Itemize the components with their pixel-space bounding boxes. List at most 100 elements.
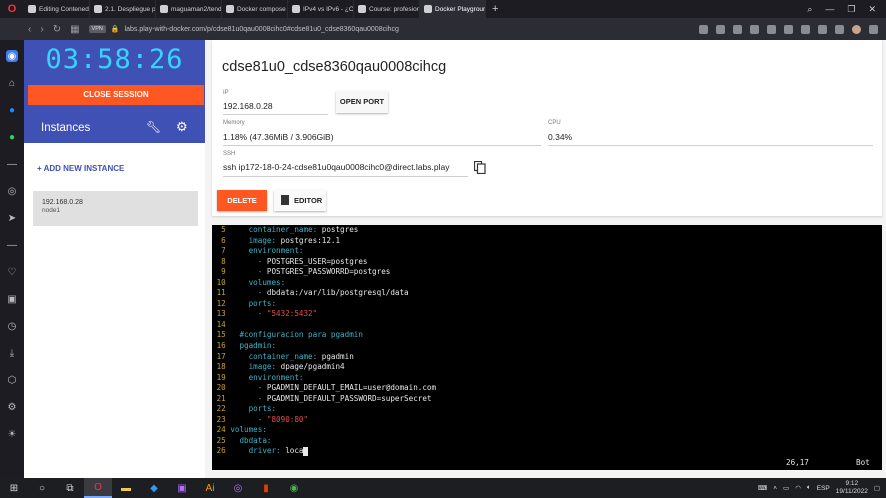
whatsapp-icon[interactable]: ●: [6, 131, 18, 143]
terminal-line: 24 volumes:: [212, 425, 882, 436]
browser-tab[interactable]: IPv4 vs IPv6 - ¿Cuál es✕: [288, 0, 354, 18]
extensions-cube-icon[interactable]: ⬡: [6, 374, 18, 386]
vpn-badge[interactable]: VPN: [88, 25, 106, 33]
chevron-up-icon[interactable]: ˄: [773, 485, 777, 492]
extension-icon[interactable]: [835, 24, 844, 34]
start-icon[interactable]: ⊞: [0, 478, 28, 498]
yaml-value: PGADMIN_DEFAULT_EMAIL=user@domain.com: [266, 383, 437, 393]
speed-dial-icon[interactable]: ◉: [6, 50, 18, 62]
back-icon[interactable]: ‹: [28, 24, 31, 35]
chrome-icon[interactable]: ◉: [280, 478, 308, 498]
search-tabs-icon[interactable]: ⌕: [807, 4, 812, 15]
terminal[interactable]: 5 container_name: postgres 6 image: post…: [212, 225, 882, 470]
settings-icon[interactable]: ⚙: [6, 401, 18, 413]
divider-icon: —: [7, 239, 17, 251]
terminal-line: 26 driver: loca: [212, 446, 882, 457]
close-session-button[interactable]: CLOSE SESSION: [28, 85, 204, 105]
wifi-icon[interactable]: ◠: [795, 484, 801, 492]
browser-tab[interactable]: 2.1. Despliegue postgr✕: [90, 0, 156, 18]
battery-icon[interactable]: ▭: [783, 484, 789, 492]
input-icon[interactable]: ⌨: [758, 484, 767, 492]
memory-field[interactable]: 1.18% (47.36MiB / 3.906GiB): [223, 132, 334, 142]
lock-icon[interactable]: 🔒: [111, 25, 120, 33]
browser-tab[interactable]: maguaman2/tendencia✕: [156, 0, 222, 18]
shield-icon[interactable]: [733, 24, 742, 34]
delete-button[interactable]: DELETE: [217, 190, 267, 211]
home-icon[interactable]: ⌂: [6, 77, 18, 89]
terminal-line: 23 - "8090:80": [212, 415, 882, 426]
instances-heading: Instances: [41, 122, 91, 134]
download-icon[interactable]: [750, 24, 759, 34]
terminal-line: 8 - POSTGRES_USER=postgres: [212, 257, 882, 268]
volume-icon[interactable]: 🔈︎: [807, 484, 811, 492]
close-window-icon[interactable]: ✕: [868, 4, 876, 15]
add-new-instance-button[interactable]: + ADD NEW INSTANCE: [37, 164, 124, 173]
menu-icon[interactable]: [869, 24, 878, 34]
yaml-key: -: [257, 414, 267, 424]
profile-avatar[interactable]: [852, 24, 861, 34]
memory-underline: [223, 145, 541, 146]
maximize-icon[interactable]: ❐: [847, 4, 855, 15]
cpu-field[interactable]: 0.34%: [548, 132, 572, 142]
office-icon[interactable]: ▮: [252, 478, 280, 498]
editor-button[interactable]: EDITOR: [274, 190, 326, 211]
extension-icon[interactable]: [818, 24, 827, 34]
ip-field[interactable]: 192.168.0.28: [223, 101, 273, 111]
instance-list-item[interactable]: 192.168.0.28 node1: [33, 191, 198, 226]
search-icon[interactable]: ○: [28, 478, 56, 498]
terminal-line: 6 image: postgres:12.1: [212, 236, 882, 247]
browser-tab[interactable]: Course: profesionaliza✕: [354, 0, 420, 18]
yaml-key: volumes:: [230, 425, 267, 435]
play-with-docker-page: 03:58:26 CLOSE SESSION Instances 🔧︎ ⚙ + …: [24, 40, 886, 478]
tab-title: Docker compose y and: [237, 5, 287, 13]
lightbulb-icon[interactable]: ☀: [6, 428, 18, 440]
open-port-button[interactable]: OPEN PORT: [336, 91, 388, 113]
notifications-icon[interactable]: ▢: [874, 484, 880, 492]
language-indicator[interactable]: ESP: [817, 485, 830, 492]
new-tab-icon[interactable]: +: [486, 3, 504, 15]
downloads-icon[interactable]: ⤓: [6, 347, 18, 359]
opera-taskbar-icon[interactable]: O: [84, 478, 112, 498]
browser-tab[interactable]: Docker compose y and✕: [222, 0, 288, 18]
url-field[interactable]: VPN 🔒 labs.play-with-docker.com/p/cdse81…: [88, 25, 399, 33]
task-view-icon[interactable]: ⧉: [56, 478, 84, 498]
illustrator-icon[interactable]: Ai: [196, 478, 224, 498]
ssh-field[interactable]: ssh ip172-18-0-24-cdse81u0qau0008cihc0@d…: [223, 162, 449, 172]
wrench-icon[interactable]: 🔧︎: [146, 120, 161, 134]
file-explorer-icon[interactable]: ▬: [112, 478, 140, 498]
reload-icon[interactable]: ↻: [53, 24, 61, 35]
extension-icon[interactable]: [801, 24, 810, 34]
extension-icon[interactable]: [767, 24, 776, 34]
app-icon[interactable]: ▣: [168, 478, 196, 498]
browser-tab[interactable]: Docker Playground✕: [420, 0, 486, 18]
copy-icon[interactable]: [474, 161, 486, 174]
scroll-position: Bot: [856, 458, 870, 467]
home-grid-icon[interactable]: ▦: [70, 24, 79, 35]
extension-icon[interactable]: [784, 24, 793, 34]
heart-icon[interactable]: ♡: [6, 266, 18, 278]
snapshot-icon[interactable]: [699, 24, 708, 34]
opera-logo-icon[interactable]: O: [0, 0, 24, 18]
yaml-key: -: [257, 256, 267, 266]
pinboard-icon[interactable]: ▣: [6, 293, 18, 305]
clock[interactable]: 9:12 19/11/2022: [836, 480, 868, 496]
vscode-icon[interactable]: ◆: [140, 478, 168, 498]
github-desktop-icon[interactable]: ◎: [224, 478, 252, 498]
url-text[interactable]: labs.play-with-docker.com/p/cdse81u0qau0…: [125, 26, 399, 33]
line-number: 26: [216, 446, 226, 456]
gear-icon[interactable]: ⚙: [176, 119, 188, 135]
messenger-icon[interactable]: ●: [6, 104, 18, 116]
ssh-underline: [223, 176, 468, 177]
send-icon[interactable]: ➤: [6, 212, 18, 224]
player-icon[interactable]: ◎: [6, 185, 18, 197]
tab-favicon-icon: [94, 5, 102, 13]
history-icon[interactable]: ◷: [6, 320, 18, 332]
bookmark-heart-icon[interactable]: [716, 24, 725, 34]
terminal-line: 17 container_name: pgadmin: [212, 352, 882, 363]
forward-icon[interactable]: ›: [40, 24, 43, 35]
file-icon: [281, 195, 289, 205]
toolbar-icons: [699, 24, 886, 34]
minimize-icon[interactable]: —: [825, 4, 834, 15]
cursor-position: 26,17: [786, 458, 809, 467]
browser-tab[interactable]: Editing Contenedores-✕: [24, 0, 90, 18]
